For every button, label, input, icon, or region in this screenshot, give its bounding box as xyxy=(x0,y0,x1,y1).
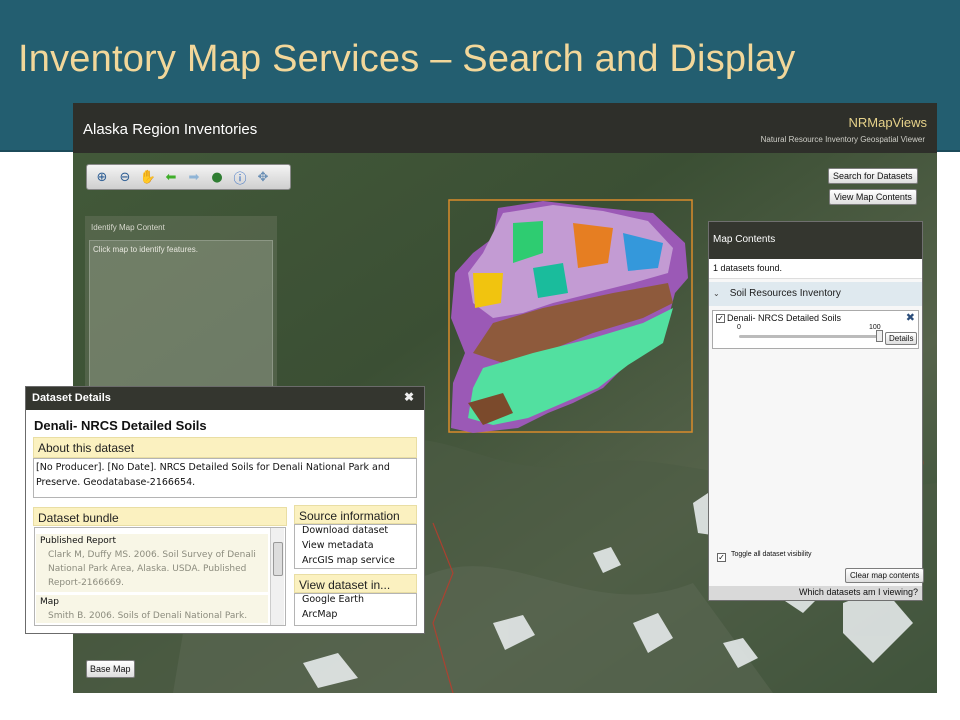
dataset-details-title: Dataset Details xyxy=(32,392,111,404)
bundle-item-type: Published Report xyxy=(40,536,117,546)
bundle-item[interactable]: Map Smith B. 2006. Soils of Denali Natio… xyxy=(36,595,268,623)
map-contents-title: Map Contents xyxy=(709,222,922,259)
brand-name: NRMapViews xyxy=(848,115,927,130)
close-icon[interactable]: ✖ xyxy=(404,390,414,404)
dataset-details-header: Dataset Details ✖ xyxy=(26,387,424,410)
details-button[interactable]: Details xyxy=(885,332,918,345)
toggle-all-label: Toggle all dataset visibility xyxy=(731,551,812,558)
dataset-group-label: Soil Resources Inventory xyxy=(729,288,841,299)
toggle-all-label-wrap: Toggle all dataset visibility xyxy=(731,551,812,558)
identify-hint: Click map to identify features. xyxy=(93,245,198,254)
app-header: Alaska Region Inventories NRMapViews Nat… xyxy=(73,103,937,153)
slide-title: Inventory Map Services – Search and Disp… xyxy=(18,38,796,80)
download-dataset-link[interactable]: Download dataset xyxy=(302,525,388,536)
dataset-details-panel: Dataset Details ✖ Denali- NRCS Detailed … xyxy=(25,386,425,634)
view-map-contents-button[interactable]: View Map Contents xyxy=(829,189,917,205)
brand-subtitle: Natural Resource Inventory Geospatial Vi… xyxy=(760,135,925,144)
move-arrows-icon[interactable]: ✥ xyxy=(253,167,273,187)
close-icon[interactable]: ✖ xyxy=(906,311,915,324)
app-title: Alaska Region Inventories xyxy=(83,121,258,138)
map-toolbar: ⊕ ⊖ ✋ ⬅ ➡ ● ⓘ ✥ xyxy=(86,164,291,190)
google-earth-link[interactable]: Google Earth xyxy=(302,594,364,605)
about-text: [No Producer]. [No Date]. NRCS Detailed … xyxy=(36,462,390,488)
layer-visibility-checkbox[interactable]: ✓ xyxy=(716,314,725,323)
arcmap-link[interactable]: ArcMap xyxy=(302,609,337,620)
bundle-scrollbar[interactable] xyxy=(270,528,284,625)
chevron-down-icon: ⌄ xyxy=(713,289,720,298)
next-extent-icon[interactable]: ➡ xyxy=(184,167,204,187)
slide: Inventory Map Services – Search and Disp… xyxy=(0,0,960,720)
bundle-item-desc: Smith B. 2006. Soils of Denali National … xyxy=(48,611,248,621)
search-datasets-button[interactable]: Search for Datasets xyxy=(828,168,918,184)
zoom-in-icon[interactable]: ⊕ xyxy=(92,167,112,187)
bundle-item-desc: Clark M, Duffy MS. 2006. Soil Survey of … xyxy=(48,550,256,588)
opacity-slider-track[interactable] xyxy=(739,335,879,338)
opacity-min-label: 0 xyxy=(737,324,741,331)
zoom-out-icon[interactable]: ⊖ xyxy=(115,167,135,187)
base-map-button[interactable]: Base Map xyxy=(86,660,135,678)
arcgis-map-service-link[interactable]: ArcGIS map service xyxy=(302,555,395,566)
pan-hand-icon[interactable]: ✋ xyxy=(138,167,158,187)
which-datasets-link[interactable]: Which datasets am I viewing? xyxy=(709,586,922,600)
datasets-count: 1 datasets found. xyxy=(709,259,922,279)
source-heading: Source information xyxy=(294,505,417,524)
bundle-item[interactable]: Published Report Clark M, Duffy MS. 2006… xyxy=(36,534,268,592)
opacity-slider-handle[interactable] xyxy=(875,330,883,342)
full-extent-globe-icon[interactable]: ● xyxy=(207,167,227,187)
view-in-heading: View dataset in... xyxy=(294,574,417,593)
bundle-scrollbar-thumb[interactable] xyxy=(273,542,283,576)
clear-map-contents-button[interactable]: Clear map contents xyxy=(845,568,925,583)
about-heading: About this dataset xyxy=(33,437,417,458)
previous-extent-icon[interactable]: ⬅ xyxy=(161,167,181,187)
toggle-all-checkbox[interactable]: ✓ xyxy=(717,553,726,562)
layer-item: ✓ Denali- NRCS Detailed Soils ✖ 0 100 De… xyxy=(712,310,919,349)
layer-name: Denali- NRCS Detailed Soils xyxy=(727,313,842,323)
bundle-item-type: Map xyxy=(40,597,59,607)
dataset-group-soil[interactable]: ⌄ Soil Resources Inventory xyxy=(709,282,922,306)
dataset-name: Denali- NRCS Detailed Soils xyxy=(34,418,207,433)
bundle-heading: Dataset bundle xyxy=(33,507,287,526)
identify-title: Identify Map Content xyxy=(91,223,165,232)
map-contents-panel: Map Contents 1 datasets found. ⌄ Soil Res… xyxy=(708,221,925,601)
view-metadata-link[interactable]: View metadata xyxy=(302,540,374,551)
info-icon[interactable]: ⓘ xyxy=(230,167,250,187)
